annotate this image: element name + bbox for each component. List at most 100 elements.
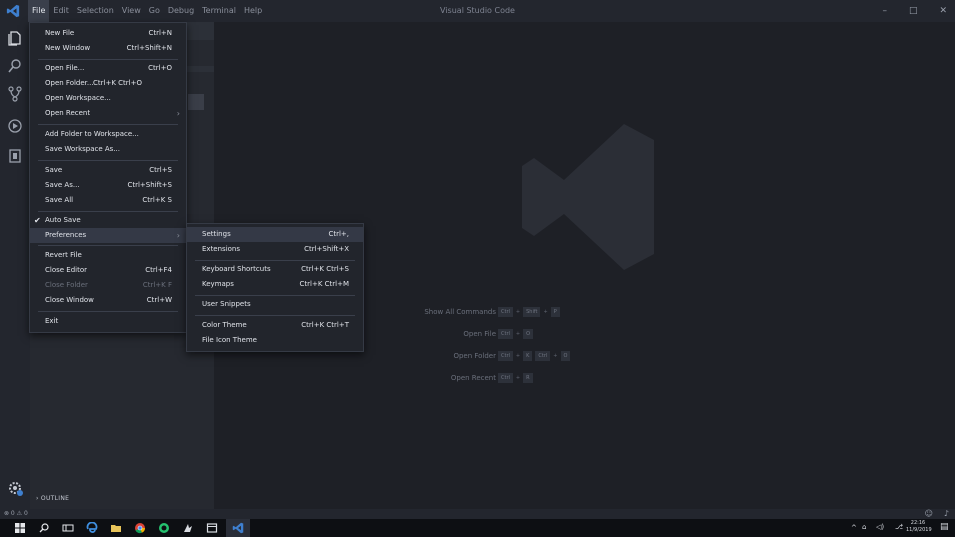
app-icon[interactable] — [182, 522, 194, 534]
checkmark-icon: ✔ — [34, 216, 41, 225]
menu-separator — [38, 211, 178, 212]
vscode-watermark-icon — [522, 124, 654, 270]
edge-browser-icon[interactable] — [86, 522, 98, 534]
clock[interactable]: 22:16 11/9/2019 — [906, 520, 932, 534]
volume-icon[interactable]: ◁) — [876, 523, 884, 531]
menu-item-open-folder[interactable]: Open Folder... Ctrl+K Ctrl+O — [30, 76, 186, 91]
menu-item-save[interactable]: Save Ctrl+S — [30, 163, 186, 178]
menu-item-keymaps[interactable]: Keymaps Ctrl+K Ctrl+M — [187, 277, 363, 292]
file-menu: New File Ctrl+N New Window Ctrl+Shift+N Op… — [29, 22, 187, 333]
network-icon[interactable]: ⌂ — [862, 523, 866, 531]
menu-item-revert-file[interactable]: Revert File — [30, 248, 186, 263]
menu-separator — [195, 295, 355, 296]
debug-icon[interactable] — [7, 118, 23, 134]
close-button[interactable]: ✕ — [939, 6, 947, 16]
menu-item-settings[interactable]: Settings Ctrl+, — [187, 227, 363, 242]
menu-item-close-folder[interactable]: Close Folder Ctrl+K F — [30, 278, 186, 293]
menu-debug[interactable]: Debug — [164, 0, 198, 22]
preferences-submenu: Settings Ctrl+, Extensions Ctrl+Shift+X Ke… — [186, 223, 364, 352]
tray-chevron-icon[interactable]: ^ — [851, 524, 857, 532]
window-controls: – □ ✕ — [882, 0, 947, 22]
key-r: R — [523, 373, 533, 383]
menu-item-save-as[interactable]: Save As... Ctrl+Shift+S — [30, 178, 186, 193]
chrome-icon[interactable] — [134, 522, 146, 534]
task-view-icon[interactable] — [62, 522, 74, 534]
key-k: K — [523, 351, 533, 361]
notifications-bell-icon[interactable]: ♪ — [944, 509, 949, 518]
sidebar-block-highlight — [188, 94, 204, 110]
clock-time: 22:16 — [910, 520, 926, 526]
menu-item-open-file[interactable]: Open File... Ctrl+O — [30, 61, 186, 76]
key-o: O — [560, 351, 571, 361]
minimize-button[interactable]: – — [882, 6, 887, 16]
source-control-icon[interactable] — [7, 86, 23, 102]
outline-section[interactable]: › OUTLINE — [36, 495, 69, 502]
problems-status[interactable]: ⊗ 0 ⚠ 0 — [4, 510, 28, 517]
menu-separator — [38, 245, 178, 246]
maximize-button[interactable]: □ — [909, 6, 918, 16]
menu-item-new-file[interactable]: New File Ctrl+N — [30, 26, 186, 41]
welcome-row-open-file[interactable]: Open File Ctrl + O — [374, 328, 596, 340]
language-icon[interactable]: ⎇ — [895, 523, 903, 531]
menu-item-new-window[interactable]: New Window Ctrl+Shift+N — [30, 41, 186, 56]
feedback-icon[interactable]: ☺ — [925, 509, 933, 518]
menu-terminal[interactable]: Terminal — [198, 0, 240, 22]
sidebar-tab-strip — [184, 66, 214, 72]
taskbar: ^ ⌂ ◁) ⎇ 22:16 11/9/2019 ▤ — [0, 519, 955, 537]
menu-bar: File Edit Selection View Go Debug Termin… — [28, 0, 266, 22]
key-p: P — [550, 307, 560, 317]
menu-item-color-theme[interactable]: Color Theme Ctrl+K Ctrl+T — [187, 318, 363, 333]
menu-view[interactable]: View — [118, 0, 145, 22]
menu-item-auto-save[interactable]: ✔ Auto Save — [30, 213, 186, 228]
menu-item-open-workspace[interactable]: Open Workspace... — [30, 91, 186, 106]
app-window-icon[interactable] — [206, 522, 218, 534]
extensions-icon[interactable] — [7, 148, 23, 164]
submenu-arrow-icon: › — [176, 109, 180, 118]
menu-item-file-icon-theme[interactable]: File Icon Theme — [187, 333, 363, 348]
search-icon[interactable] — [38, 522, 50, 534]
menu-file[interactable]: File — [28, 0, 50, 22]
menu-selection[interactable]: Selection — [73, 0, 118, 22]
key-ctrl: Ctrl — [498, 351, 513, 361]
menu-go[interactable]: Go — [145, 0, 164, 22]
menu-separator — [38, 59, 178, 60]
vscode-taskbar-icon — [232, 522, 244, 534]
menu-edit[interactable]: Edit — [49, 0, 73, 22]
clock-date: 11/9/2019 — [906, 527, 932, 533]
menu-separator — [38, 160, 178, 161]
welcome-row-open-folder[interactable]: Open Folder Ctrl + K Ctrl + O — [374, 350, 596, 362]
menu-item-open-recent[interactable]: Open Recent › — [30, 106, 186, 121]
menu-separator — [195, 260, 355, 261]
menu-item-add-folder-to-workspace[interactable]: Add Folder to Workspace... — [30, 127, 186, 142]
menu-item-keyboard-shortcuts[interactable]: Keyboard Shortcuts Ctrl+K Ctrl+S — [187, 262, 363, 277]
menu-item-preferences[interactable]: Preferences › — [30, 228, 186, 243]
file-explorer-icon[interactable] — [110, 522, 122, 534]
menu-item-close-editor[interactable]: Close Editor Ctrl+F4 — [30, 263, 186, 278]
menu-separator — [38, 124, 178, 125]
menu-item-save-workspace-as[interactable]: Save Workspace As... — [30, 142, 186, 157]
key-shift: Shift — [523, 307, 541, 317]
key-ctrl: Ctrl — [498, 329, 513, 339]
menu-help[interactable]: Help — [240, 0, 266, 22]
menu-item-close-window[interactable]: Close Window Ctrl+W — [30, 293, 186, 308]
vscode-logo-icon — [6, 4, 20, 18]
vscode-taskbar-active[interactable] — [226, 519, 250, 537]
explorer-icon[interactable] — [7, 30, 23, 46]
messaging-app-icon[interactable] — [158, 522, 170, 534]
submenu-arrow-icon: › — [176, 231, 180, 240]
menu-item-user-snippets[interactable]: User Snippets — [187, 297, 363, 312]
windows-start-icon[interactable] — [14, 522, 26, 534]
welcome-row-open-recent[interactable]: Open Recent Ctrl + R — [374, 372, 596, 384]
search-icon[interactable] — [7, 58, 23, 74]
menu-item-extensions[interactable]: Extensions Ctrl+Shift+X — [187, 242, 363, 257]
menu-item-save-all[interactable]: Save All Ctrl+K S — [30, 193, 186, 208]
activity-bar — [0, 22, 30, 509]
key-ctrl: Ctrl — [498, 307, 513, 317]
welcome-row-show-all-commands[interactable]: Show All Commands Ctrl + Shift + P — [374, 306, 596, 318]
menu-item-exit[interactable]: Exit — [30, 314, 186, 329]
title-bar: File Edit Selection View Go Debug Termin… — [0, 0, 955, 22]
settings-gear-icon[interactable] — [7, 480, 23, 496]
outline-label: OUTLINE — [40, 495, 70, 502]
menu-separator — [195, 315, 355, 316]
action-center-icon[interactable]: ▤ — [940, 522, 949, 532]
